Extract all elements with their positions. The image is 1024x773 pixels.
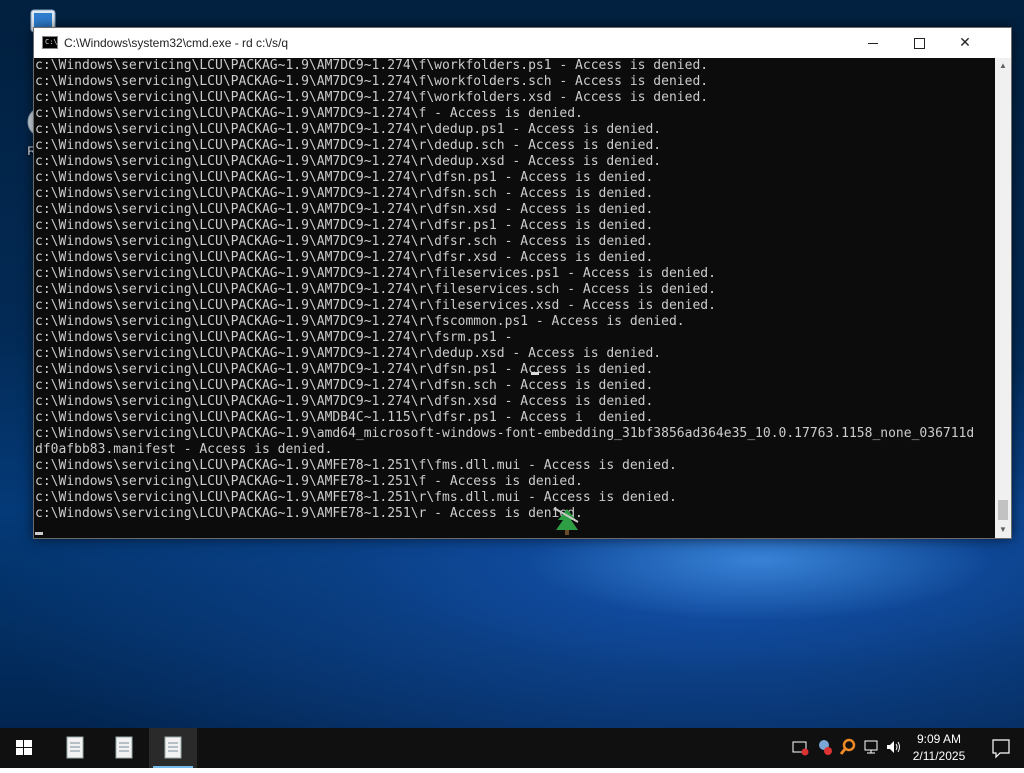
maximize-button[interactable] <box>896 28 942 58</box>
console-line: c:\Windows\servicing\LCU\PACKAG~1.9\AM7D… <box>35 138 662 153</box>
scroll-thumb[interactable] <box>998 500 1008 520</box>
console-line: c:\Windows\servicing\LCU\PACKAG~1.9\AMFE… <box>35 474 583 489</box>
windows-logo-icon <box>16 740 32 755</box>
scroll-up-arrow-icon[interactable]: ▲ <box>995 58 1011 74</box>
console-line: c:\Windows\servicing\LCU\PACKAG~1.9\AM7D… <box>35 266 716 281</box>
minimize-button[interactable] <box>850 28 896 58</box>
console-line: c:\Windows\servicing\LCU\PACKAG~1.9\AM7D… <box>35 170 654 185</box>
taskbar-app-cmd[interactable] <box>149 728 197 768</box>
console-line: c:\Windows\servicing\LCU\PACKAG~1.9\AM7D… <box>35 186 654 201</box>
console-line: c:\Windows\servicing\LCU\PACKAG~1.9\AM7D… <box>35 250 654 265</box>
network-icon[interactable] <box>862 738 882 758</box>
console-line: c:\Windows\servicing\LCU\PACKAG~1.9\AM7D… <box>35 378 654 393</box>
notepad-icon <box>164 736 182 759</box>
console-line: c:\Windows\servicing\LCU\PACKAG~1.9\AM7D… <box>35 346 662 361</box>
cmd-icon: C:\ <box>42 36 58 49</box>
console-line: c:\Windows\servicing\LCU\PACKAG~1.9\AMFE… <box>35 458 677 473</box>
console-line: c:\Windows\servicing\LCU\PACKAG~1.9\AMFE… <box>35 490 677 505</box>
text-cursor <box>531 372 539 375</box>
console-line: c:\Windows\servicing\LCU\PACKAG~1.9\AM7D… <box>35 58 709 73</box>
console-line: c:\Windows\servicing\LCU\PACKAG~1.9\AMFE… <box>35 506 583 521</box>
console-line: c:\Windows\servicing\LCU\PACKAG~1.9\AM7D… <box>35 122 662 137</box>
scroll-down-arrow-icon[interactable]: ▼ <box>995 522 1011 538</box>
console-line: df0afbb83.manifest - Access is denied. <box>35 442 333 457</box>
close-button[interactable]: ✕ <box>942 28 988 58</box>
console-line: c:\Windows\servicing\LCU\PACKAG~1.9\AM7D… <box>35 314 685 329</box>
window-titlebar[interactable]: C:\ C:\Windows\system32\cmd.exe - rd c:\… <box>34 28 1011 58</box>
clock-date: 2/11/2025 <box>912 749 966 763</box>
console-line: c:\Windows\servicing\LCU\PACKAG~1.9\AM7D… <box>35 106 583 121</box>
tray-search-icon[interactable] <box>838 738 858 758</box>
cmd-window: C:\ C:\Windows\system32\cmd.exe - rd c:\… <box>33 27 1012 539</box>
close-icon: ✕ <box>959 35 971 51</box>
notepad-icon <box>66 736 84 759</box>
clock-time: 9:09 AM <box>916 732 962 746</box>
tray-network-warning-icon[interactable] <box>814 738 834 758</box>
tray-security-icon[interactable] <box>790 738 810 758</box>
console-line: c:\Windows\servicing\LCU\PACKAG~1.9\AM7D… <box>35 74 709 89</box>
notepad-icon <box>115 736 133 759</box>
console-line: c:\Windows\servicing\LCU\PACKAG~1.9\amd6… <box>35 426 975 441</box>
taskbar-app-notepad-1[interactable] <box>51 728 99 768</box>
console-output[interactable]: c:\Windows\servicing\LCU\PACKAG~1.9\AM7D… <box>34 58 994 538</box>
taskbar-app-notepad-2[interactable] <box>100 728 148 768</box>
minimize-icon <box>868 43 878 44</box>
console-line: c:\Windows\servicing\LCU\PACKAG~1.9\AM7D… <box>35 298 716 313</box>
console-lines: c:\Windows\servicing\LCU\PACKAG~1.9\AM7D… <box>35 58 974 522</box>
maximize-icon <box>914 38 925 49</box>
system-clock[interactable]: 9:09 AM 2/11/2025 <box>904 731 974 765</box>
vertical-scrollbar[interactable]: ▲ ▼ <box>995 58 1011 538</box>
console-line: c:\Windows\servicing\LCU\PACKAG~1.9\AM7D… <box>35 90 709 105</box>
console-line: c:\Windows\servicing\LCU\PACKAG~1.9\AM7D… <box>35 202 654 217</box>
console-line: c:\Windows\servicing\LCU\PACKAG~1.9\AM7D… <box>35 330 513 345</box>
console-line: c:\Windows\servicing\LCU\PACKAG~1.9\AM7D… <box>35 362 654 377</box>
start-button[interactable] <box>0 728 48 768</box>
console-line: c:\Windows\servicing\LCU\PACKAG~1.9\AM7D… <box>35 218 654 233</box>
console-line: c:\Windows\servicing\LCU\PACKAG~1.9\AM7D… <box>35 394 654 409</box>
prompt-cursor <box>35 532 43 535</box>
taskbar: 9:09 AM 2/11/2025 <box>0 728 1024 768</box>
action-center-button[interactable] <box>978 728 1024 768</box>
desktop: Thi Recy C:\ C:\Windows\system32\cmd.exe… <box>0 0 1024 728</box>
window-title: C:\Windows\system32\cmd.exe - rd c:\/s/q <box>64 36 289 50</box>
console-line: c:\Windows\servicing\LCU\PACKAG~1.9\AMDB… <box>35 410 654 425</box>
console-line: c:\Windows\servicing\LCU\PACKAG~1.9\AM7D… <box>35 282 716 297</box>
console-line: c:\Windows\servicing\LCU\PACKAG~1.9\AM7D… <box>35 234 654 249</box>
volume-icon[interactable] <box>884 738 904 758</box>
tree-cursor-icon <box>553 507 579 535</box>
notification-icon <box>992 739 1010 759</box>
console-line: c:\Windows\servicing\LCU\PACKAG~1.9\AM7D… <box>35 154 662 169</box>
